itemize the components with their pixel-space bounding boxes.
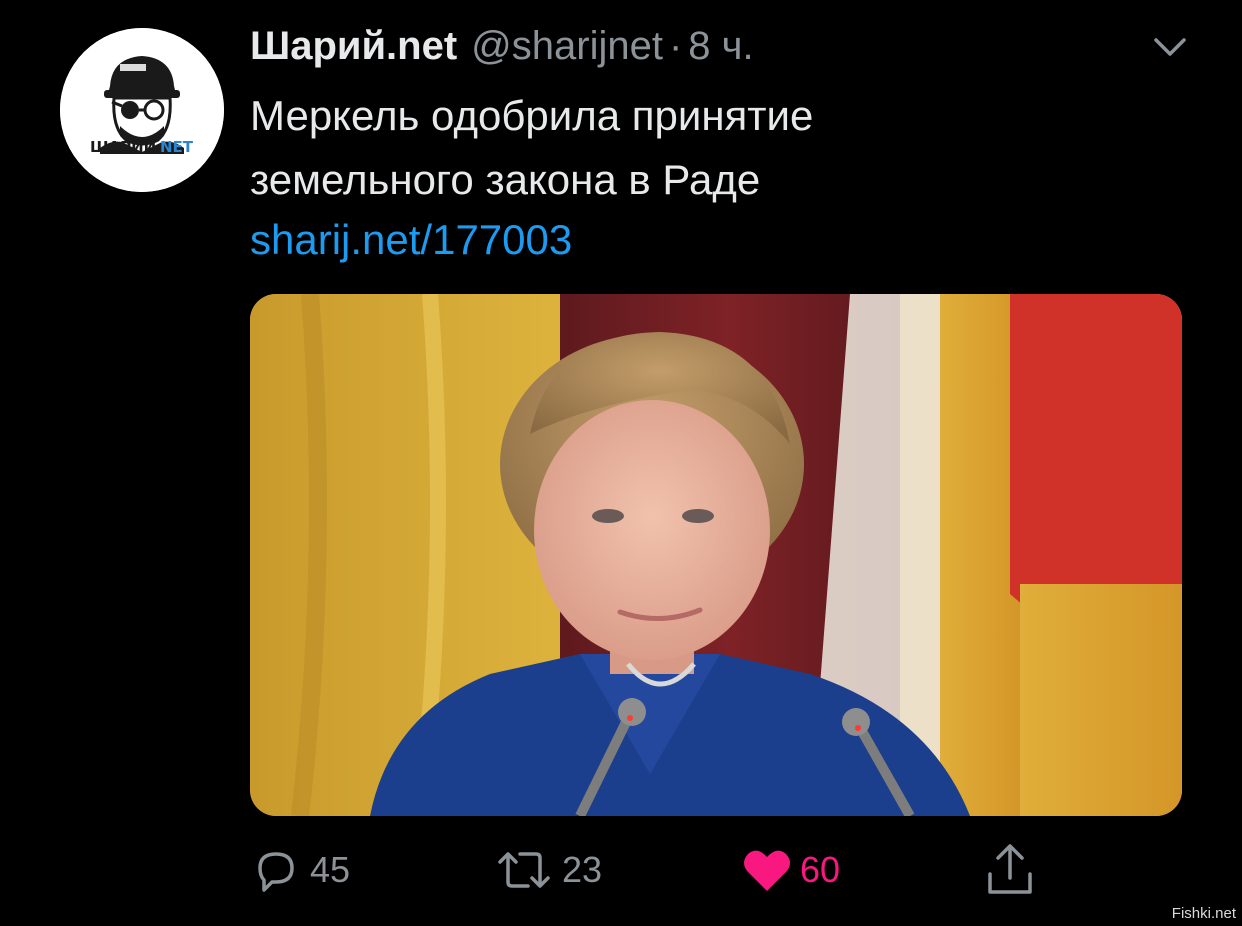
heart-icon	[744, 850, 790, 891]
tweet-header: Шарий.net @sharijnet · 8 ч.	[250, 24, 754, 76]
share-button[interactable]	[984, 838, 1036, 902]
avatar[interactable]: ШАРИЙ. NET	[60, 28, 224, 192]
like-count: 60	[800, 849, 841, 890]
retweet-icon	[498, 852, 550, 888]
like-button[interactable]: 60	[742, 838, 840, 902]
tweet-timestamp[interactable]: 8 ч.	[688, 24, 753, 69]
display-name[interactable]: Шарий.net	[250, 24, 457, 69]
share-icon	[988, 844, 1032, 894]
tweet-text-line: земельного закона в Раде	[250, 156, 761, 203]
tweet-text-line: Меркель одобрила принятие	[250, 92, 814, 139]
sharij-logo-icon: ШАРИЙ. NET	[60, 28, 224, 192]
svg-text:ШАРИЙ.: ШАРИЙ.	[90, 137, 162, 156]
chevron-down-icon[interactable]	[1150, 34, 1190, 60]
retweet-button[interactable]: 23	[494, 838, 602, 902]
svg-text:NET: NET	[160, 138, 194, 156]
reply-button[interactable]: 45	[250, 838, 350, 902]
user-handle[interactable]: @sharijnet	[471, 24, 663, 69]
tweet-photo[interactable]	[250, 294, 1182, 816]
reply-icon	[258, 852, 294, 892]
separator-dot: ·	[668, 24, 683, 68]
tweet-link[interactable]: sharij.net/177003	[250, 208, 572, 272]
watermark: Fishki.net	[1171, 905, 1236, 922]
tweet-actions: 45 23 60	[0, 838, 1242, 902]
reply-count: 45	[310, 849, 351, 890]
tweet-text: Меркель одобрила принятие земельного зак…	[250, 84, 1150, 212]
retweet-count: 23	[562, 849, 603, 890]
